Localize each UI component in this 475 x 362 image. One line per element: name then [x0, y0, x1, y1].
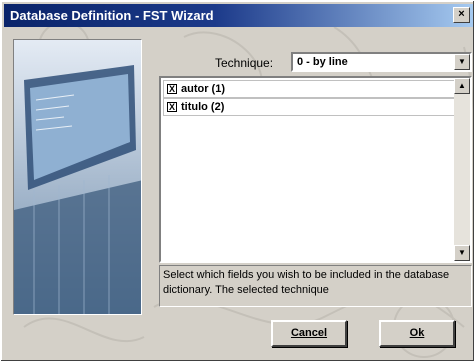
title-bar[interactable]: Database Definition - FST Wizard × [4, 4, 473, 27]
scroll-down-icon[interactable]: ▼ [454, 245, 470, 261]
list-item[interactable]: X titulo (2) [163, 98, 458, 116]
ok-button[interactable]: Ok [379, 320, 455, 347]
cancel-button[interactable]: Cancel [271, 320, 347, 347]
description-text: Select which fields you wish to be inclu… [159, 265, 472, 307]
field-checkbox[interactable]: X [167, 102, 177, 112]
field-checkbox[interactable]: X [167, 84, 177, 94]
wizard-window: Database Definition - FST Wizard × Techn… [0, 0, 475, 362]
list-item[interactable]: X autor (1) [163, 80, 458, 98]
technique-dropdown[interactable]: 0 - by line ▼ [291, 52, 472, 72]
dropdown-arrow-icon[interactable]: ▼ [454, 54, 470, 70]
wizard-illustration [13, 39, 142, 315]
field-label: autor (1) [181, 83, 225, 95]
window-title: Database Definition - FST Wizard [10, 8, 214, 23]
field-list[interactable]: X autor (1) X titulo (2) ▲ ▼ [159, 76, 472, 263]
field-label: titulo (2) [181, 101, 225, 113]
vertical-scrollbar[interactable]: ▲ ▼ [454, 78, 470, 261]
technique-value: 0 - by line [297, 56, 348, 68]
close-button[interactable]: × [453, 7, 470, 23]
scroll-up-icon[interactable]: ▲ [454, 78, 470, 94]
technique-label: Technique: [215, 56, 274, 70]
